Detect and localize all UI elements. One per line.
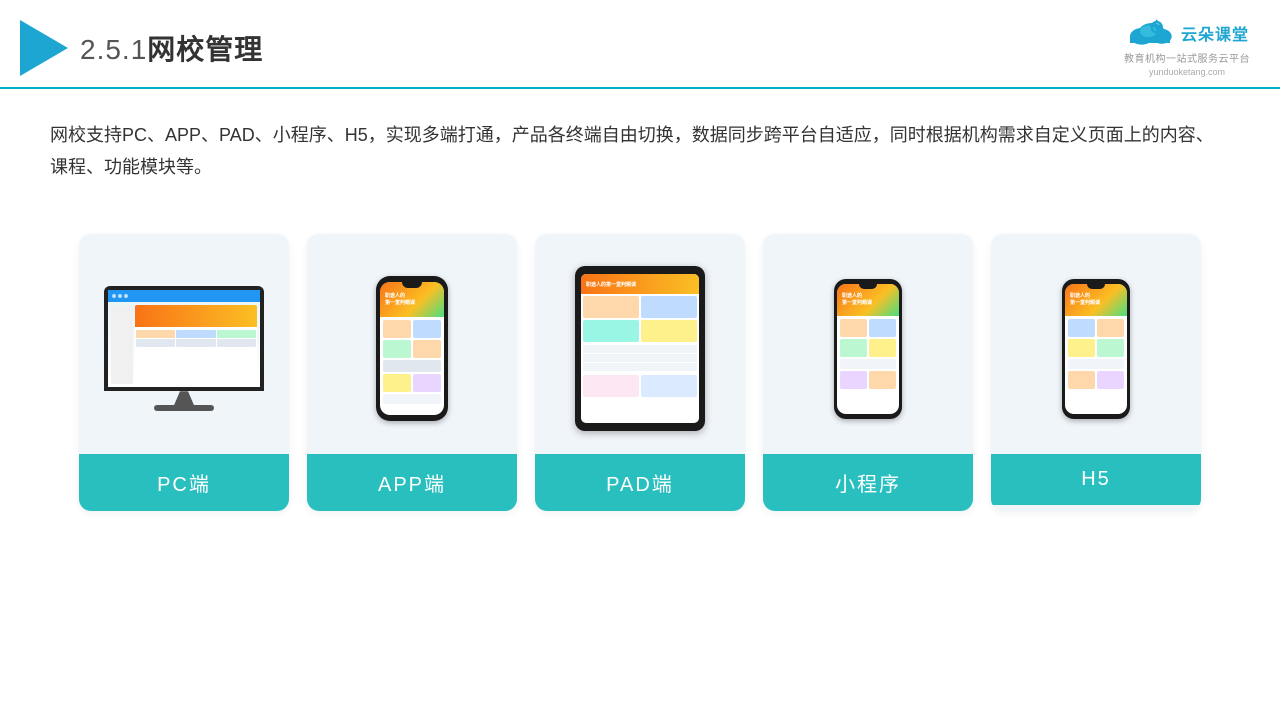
card-h5: 职途人的第一堂判题课 [991, 234, 1201, 511]
tablet-screen: 职途人的第一堂判题课 [581, 274, 699, 423]
cloud-icon [1125, 18, 1175, 48]
card-pc-label: PC端 [79, 454, 289, 511]
header: 2.5.1网校管理 云朵课堂 教育机构一站式服务云平台 yunduoketang… [0, 0, 1280, 89]
pc-base [154, 405, 214, 411]
description-text: 网校支持PC、APP、PAD、小程序、H5，实现多端打通，产品各终端自由切换，数… [0, 89, 1280, 194]
logo-triangle-icon [20, 20, 68, 76]
h5-phone-screen: 职途人的第一堂判题课 [1065, 284, 1127, 414]
phone-banner-text: 职途人的第一堂判题课 [385, 293, 415, 306]
brand-icon-wrap: 云朵课堂 [1125, 18, 1249, 48]
card-app-label: APP端 [307, 454, 517, 511]
card-app-image: 职途人的第一堂判题课 [307, 234, 517, 454]
card-pad: 职途人的第一堂判题课 [535, 234, 745, 511]
tablet-mockup: 职途人的第一堂判题课 [575, 266, 705, 431]
pc-mockup [104, 286, 264, 411]
page-title: 2.5.1网校管理 [80, 28, 263, 68]
tablet-banner-text: 职途人的第一堂判题课 [586, 281, 636, 288]
phone-screen: 职途人的第一堂判题课 [380, 282, 444, 415]
card-h5-image: 职途人的第一堂判题课 [991, 234, 1201, 454]
brand-tagline: 教育机构一站式服务云平台 [1124, 50, 1250, 65]
card-pad-image: 职途人的第一堂判题课 [535, 234, 745, 454]
h5-banner-text: 职途人的第一堂判题课 [1070, 293, 1100, 306]
pc-stand [174, 391, 194, 405]
card-pc-image [79, 234, 289, 454]
phone-outer: 职途人的第一堂判题课 [376, 276, 448, 421]
cards-container: PC端 职途人的第一堂判题课 [0, 204, 1280, 531]
card-h5-label: H5 [991, 454, 1201, 505]
card-miniprogram-label: 小程序 [763, 454, 973, 511]
card-pc: PC端 [79, 234, 289, 511]
mini-banner-text: 职途人的第一堂判题课 [842, 293, 872, 306]
miniprogram-phone-mockup: 职途人的第一堂判题课 [834, 279, 902, 419]
pc-screen [104, 286, 264, 391]
h5-phone-mockup: 职途人的第一堂判题课 [1062, 279, 1130, 419]
card-miniprogram-image: 职途人的第一堂判题课 [763, 234, 973, 454]
phone-mini-outer: 职途人的第一堂判题课 [834, 279, 902, 419]
h5-phone-outer: 职途人的第一堂判题课 [1062, 279, 1130, 419]
card-pad-label: PAD端 [535, 454, 745, 511]
app-phone-mockup: 职途人的第一堂判题课 [376, 276, 448, 421]
header-left: 2.5.1网校管理 [20, 20, 263, 76]
phone-mini-screen: 职途人的第一堂判题课 [837, 284, 899, 414]
card-app: 职途人的第一堂判题课 [307, 234, 517, 511]
brand-url: yunduoketang.com [1149, 67, 1225, 77]
h5-phone-notch [1087, 284, 1105, 289]
phone-notch [402, 282, 422, 288]
section-number: 2.5.1 [80, 34, 147, 65]
pc-screen-content [108, 290, 260, 387]
description-paragraph: 网校支持PC、APP、PAD、小程序、H5，实现多端打通，产品各终端自由切换，数… [50, 119, 1230, 184]
brand-logo: 云朵课堂 教育机构一站式服务云平台 yunduoketang.com [1124, 18, 1250, 77]
title-text: 网校管理 [147, 34, 263, 65]
phone-mini-notch [859, 284, 877, 289]
brand-name: 云朵课堂 [1181, 21, 1249, 45]
card-miniprogram: 职途人的第一堂判题课 [763, 234, 973, 511]
tablet-outer: 职途人的第一堂判题课 [575, 266, 705, 431]
